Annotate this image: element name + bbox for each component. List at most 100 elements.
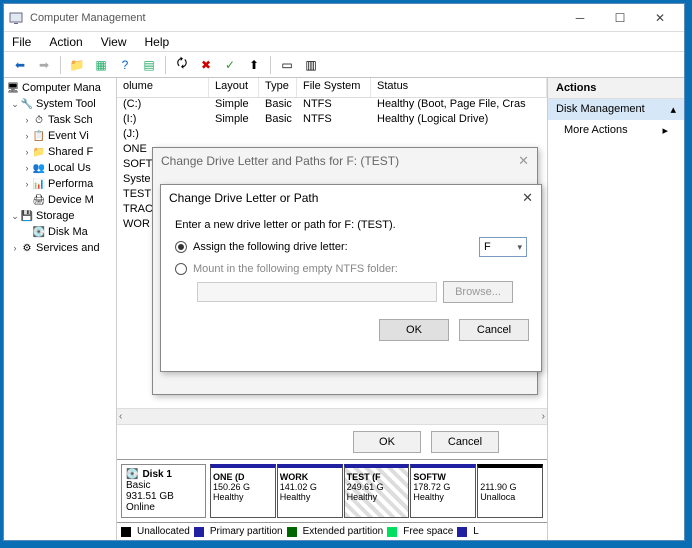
actions-diskmgmt[interactable]: Disk Management▴	[548, 99, 684, 120]
actions-header: Actions	[548, 78, 684, 99]
expand-icon[interactable]: ›	[22, 115, 32, 125]
partition[interactable]: TEST (F249.61 GHealthy	[344, 464, 410, 518]
properties-icon[interactable]: ▭	[277, 55, 297, 75]
tree-item[interactable]: Local Us	[48, 162, 91, 174]
tree-root[interactable]: Computer Mana	[22, 82, 101, 94]
tree-services[interactable]: Services and	[36, 242, 100, 254]
menu-view[interactable]: View	[101, 35, 127, 49]
expand-icon[interactable]: ⌄	[10, 99, 20, 110]
close-icon[interactable]: ✕	[522, 190, 533, 206]
disk-name: Disk 1	[142, 469, 171, 480]
tree-systools[interactable]: System Tool	[36, 98, 96, 110]
mount-path-input	[197, 282, 437, 302]
maximize-button[interactable]: ☐	[600, 6, 640, 30]
disk-type: Basic	[126, 480, 201, 491]
storage-icon: 💾	[20, 209, 34, 223]
dialog-title: Change Drive Letter or Path ✕	[161, 185, 541, 211]
scheduler-icon: ⏱	[32, 113, 46, 127]
titlebar: Computer Management ─ ☐ ✕	[4, 4, 684, 32]
dialog-title-text: Change Drive Letter or Path	[169, 191, 318, 205]
radio-mount-row[interactable]: Mount in the following empty NTFS folder…	[175, 263, 527, 275]
swatch-primary	[194, 527, 204, 537]
radio-mount[interactable]	[175, 263, 187, 275]
tree-storage[interactable]: Storage	[36, 210, 75, 222]
partition[interactable]: SOFTW178.72 GHealthy	[410, 464, 476, 518]
tree-item[interactable]: Event Vi	[48, 130, 89, 142]
up-icon[interactable]: 📁	[67, 55, 87, 75]
volume-row[interactable]: (J:)	[117, 128, 547, 143]
minimize-button[interactable]: ─	[560, 6, 600, 30]
forward-icon[interactable]: ➡	[34, 55, 54, 75]
list-icon[interactable]: ▤	[139, 55, 159, 75]
col-volume[interactable]: olume	[117, 78, 209, 97]
swatch-logical	[457, 527, 467, 537]
col-type[interactable]: Type	[259, 78, 297, 97]
expand-icon[interactable]: ›	[10, 243, 20, 253]
radio-assign-label: Assign the following drive letter:	[193, 241, 348, 253]
legend-free: Free space	[403, 526, 453, 537]
tree-item[interactable]: Device M	[48, 194, 94, 206]
pane-cancel-button[interactable]: Cancel	[431, 431, 499, 453]
check-icon[interactable]: ✓	[220, 55, 240, 75]
expand-icon[interactable]: ›	[22, 163, 32, 173]
col-fs[interactable]: File System	[297, 78, 371, 97]
chevron-down-icon: ▾	[517, 242, 522, 253]
col-layout[interactable]: Layout	[209, 78, 259, 97]
event-icon: 📋	[32, 129, 46, 143]
back-icon[interactable]: ⬅	[10, 55, 30, 75]
actions-pane: Actions Disk Management▴ More Actions▸	[548, 78, 684, 540]
partition[interactable]: 211.90 GUnalloca	[477, 464, 543, 518]
partition[interactable]: ONE (D150.26 GHealthy	[210, 464, 276, 518]
radio-mount-label: Mount in the following empty NTFS folder…	[193, 263, 398, 275]
dialog-buttons: OK Cancel	[161, 311, 541, 351]
tree-item[interactable]: Task Sch	[48, 114, 93, 126]
volume-row[interactable]: (C:)SimpleBasicNTFSHealthy (Boot, Page F…	[117, 98, 547, 113]
folder-icon: 📁	[32, 145, 46, 159]
close-button[interactable]: ✕	[640, 6, 680, 30]
drive-letter-select[interactable]: F▾	[479, 237, 527, 257]
scrollbar-horizontal[interactable]: ‹›	[117, 408, 547, 424]
window-title: Computer Management	[30, 12, 560, 24]
col-status[interactable]: Status	[371, 78, 547, 97]
tree-item[interactable]: Performa	[48, 178, 93, 190]
legend: Unallocated Primary partition Extended p…	[117, 522, 547, 540]
expand-icon[interactable]: ›	[22, 131, 32, 141]
volume-row[interactable]: (I:)SimpleBasicNTFSHealthy (Logical Driv…	[117, 113, 547, 128]
menu-file[interactable]: File	[12, 35, 31, 49]
chevron-right-icon: ▸	[662, 124, 668, 137]
radio-assign[interactable]	[175, 241, 187, 253]
volume-header: olume Layout Type File System Status	[117, 78, 547, 98]
actions-more[interactable]: More Actions▸	[548, 120, 684, 141]
help-icon[interactable]: ?	[115, 55, 135, 75]
ok-button[interactable]: OK	[379, 319, 449, 341]
view-icon[interactable]: ▦	[91, 55, 111, 75]
disk-status: Online	[126, 502, 201, 513]
swatch-free	[387, 527, 397, 537]
expand-icon[interactable]: ›	[22, 147, 32, 157]
expand-icon[interactable]: ›	[22, 179, 32, 189]
cancel-button[interactable]: Cancel	[459, 319, 529, 341]
legend-extended: Extended partition	[303, 526, 384, 537]
menu-action[interactable]: Action	[49, 35, 82, 49]
close-icon[interactable]: ✕	[518, 153, 529, 169]
legend-logical: L	[473, 526, 479, 537]
device-icon: 🖨	[32, 193, 46, 207]
pane-buttons: OK Cancel	[117, 424, 547, 459]
tree-item[interactable]: Shared F	[48, 146, 93, 158]
refresh-icon[interactable]: 🗘	[172, 55, 192, 75]
settings-icon[interactable]: ▥	[301, 55, 321, 75]
nav-tree[interactable]: 🖥Computer Mana ⌄🔧System Tool ›⏱Task Sch …	[4, 78, 117, 540]
pane-ok-button[interactable]: OK	[353, 431, 421, 453]
export-icon[interactable]: ⬆	[244, 55, 264, 75]
tree-diskmgmt[interactable]: Disk Ma	[48, 226, 88, 238]
partition-strip: ONE (D150.26 GHealthyWORK141.02 GHealthy…	[210, 464, 543, 518]
disk-info[interactable]: 💽Disk 1 Basic 931.51 GB Online	[121, 464, 206, 518]
dialog-prompt: Enter a new drive letter or path for F: …	[175, 219, 527, 231]
expand-icon[interactable]: ⌄	[10, 211, 20, 222]
delete-icon[interactable]: ✖	[196, 55, 216, 75]
swatch-unalloc	[121, 527, 131, 537]
services-icon: ⚙	[20, 241, 34, 255]
menu-help[interactable]: Help	[145, 35, 170, 49]
radio-assign-row[interactable]: Assign the following drive letter: F▾	[175, 237, 527, 257]
partition[interactable]: WORK141.02 GHealthy	[277, 464, 343, 518]
